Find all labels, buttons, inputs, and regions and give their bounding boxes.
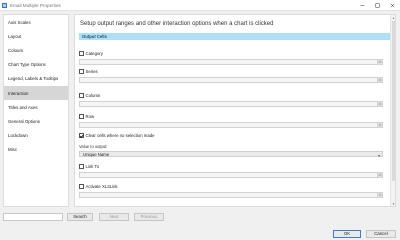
sidebar-item-misc[interactable]: Misc: [4, 143, 68, 157]
maximize-icon: [375, 3, 380, 8]
previous-button[interactable]: Previous: [134, 213, 164, 221]
ok-button[interactable]: OK: [333, 230, 361, 238]
category-option[interactable]: Category: [79, 51, 103, 56]
row-option[interactable]: Row: [79, 114, 94, 119]
clear-cells-checkbox[interactable]: [79, 133, 84, 138]
sidebar-item-layout[interactable]: Layout: [4, 29, 68, 43]
value-to-output-select[interactable]: Unique Name ▾: [79, 151, 383, 158]
activate-xl3link-checkbox[interactable]: [79, 184, 84, 189]
sidebar-item-titles-and-axes[interactable]: Titles and Axes: [4, 100, 68, 114]
range-picker-icon: ▤: [378, 59, 382, 64]
minimize-icon: [360, 5, 365, 6]
row-checkbox[interactable]: [79, 114, 84, 119]
value-to-output-selected: Unique Name: [83, 151, 110, 157]
scroll-thumb[interactable]: [392, 21, 395, 181]
sidebar-item-general-options[interactable]: General Options: [4, 114, 68, 128]
next-button[interactable]: Next: [99, 213, 129, 221]
row-range-picker-button[interactable]: ▤: [377, 122, 383, 128]
sidebar-item-interaction[interactable]: Interaction: [4, 85, 68, 101]
window-title: Email Multiple Properties: [10, 2, 61, 8]
range-picker-icon: ▤: [378, 101, 382, 106]
minimize-button[interactable]: [355, 0, 370, 11]
clear-cells-label: Clear cells where no selection made: [85, 133, 155, 138]
xl3link-range-picker-button[interactable]: ▤: [377, 192, 383, 198]
window-controls: [355, 0, 400, 11]
sidebar-item-chart-type-options[interactable]: Chart Type Options: [4, 58, 68, 72]
link-to-checkbox[interactable]: [79, 164, 84, 169]
link-to-range-field[interactable]: [79, 172, 383, 178]
cancel-button[interactable]: Cancel: [366, 230, 396, 238]
app-icon: [2, 2, 7, 8]
close-icon: [390, 3, 395, 8]
link-to-range-picker-button[interactable]: ▤: [377, 172, 383, 178]
link-to-label: Link To: [85, 164, 100, 169]
column-range-picker-button[interactable]: ▤: [377, 101, 383, 107]
range-picker-icon: ▤: [378, 192, 382, 197]
chevron-down-icon: ▾: [377, 152, 380, 158]
series-option[interactable]: Series: [79, 69, 98, 74]
series-label: Series: [85, 69, 98, 74]
range-picker-icon: ▤: [378, 172, 382, 177]
column-range-field[interactable]: [79, 101, 383, 107]
column-label: Column: [85, 93, 101, 98]
xl3link-range-field[interactable]: [79, 192, 383, 198]
sidebar-nav: Axis Scales Layout Colours Chart Type Op…: [3, 14, 69, 207]
range-picker-icon: ▤: [378, 122, 382, 127]
activate-xl3link-label: Activate XL3Link: [85, 184, 118, 189]
section-output-cells: Output Cells: [79, 33, 391, 40]
column-option[interactable]: Column: [79, 93, 100, 98]
clear-cells-option[interactable]: Clear cells where no selection made: [79, 133, 155, 138]
series-checkbox[interactable]: [79, 69, 84, 74]
series-range-field[interactable]: [79, 77, 383, 83]
search-input[interactable]: [3, 213, 63, 221]
category-checkbox[interactable]: [79, 51, 84, 56]
maximize-button[interactable]: [370, 0, 385, 11]
sidebar-item-lockdown[interactable]: Lockdown: [4, 129, 68, 143]
scroll-down-icon[interactable]: ▼: [391, 201, 395, 206]
category-label: Category: [85, 51, 103, 56]
close-button[interactable]: [385, 0, 400, 11]
sidebar-item-axis-scales[interactable]: Axis Scales: [4, 15, 68, 29]
interaction-panel: Setup output ranges and other interactio…: [74, 14, 396, 207]
sidebar-item-colours[interactable]: Colours: [4, 43, 68, 57]
category-range-picker-button[interactable]: ▤: [377, 59, 383, 65]
scroll-up-icon[interactable]: ▲: [391, 15, 395, 20]
activate-xl3link-option[interactable]: Activate XL3Link: [79, 184, 118, 189]
series-range-picker-button[interactable]: ▤: [377, 77, 383, 83]
sidebar-item-legend-labels-tooltips[interactable]: Legend, Labels & Tooltips: [4, 72, 68, 86]
footer-bar: Search Next Previous OK Cancel: [0, 209, 400, 240]
title-bar: Email Multiple Properties: [0, 0, 400, 11]
panel-scrollbar[interactable]: ▲ ▼: [390, 15, 395, 206]
category-range-field[interactable]: [79, 59, 383, 65]
row-label: Row: [85, 114, 95, 119]
column-checkbox[interactable]: [79, 93, 84, 98]
row-range-field[interactable]: [79, 122, 383, 128]
search-button[interactable]: Search: [67, 213, 93, 221]
link-to-option[interactable]: Link To: [79, 164, 99, 169]
value-to-output-label: Value to output:: [79, 144, 108, 149]
range-picker-icon: ▤: [378, 77, 382, 82]
panel-header: Setup output ranges and other interactio…: [80, 21, 274, 27]
